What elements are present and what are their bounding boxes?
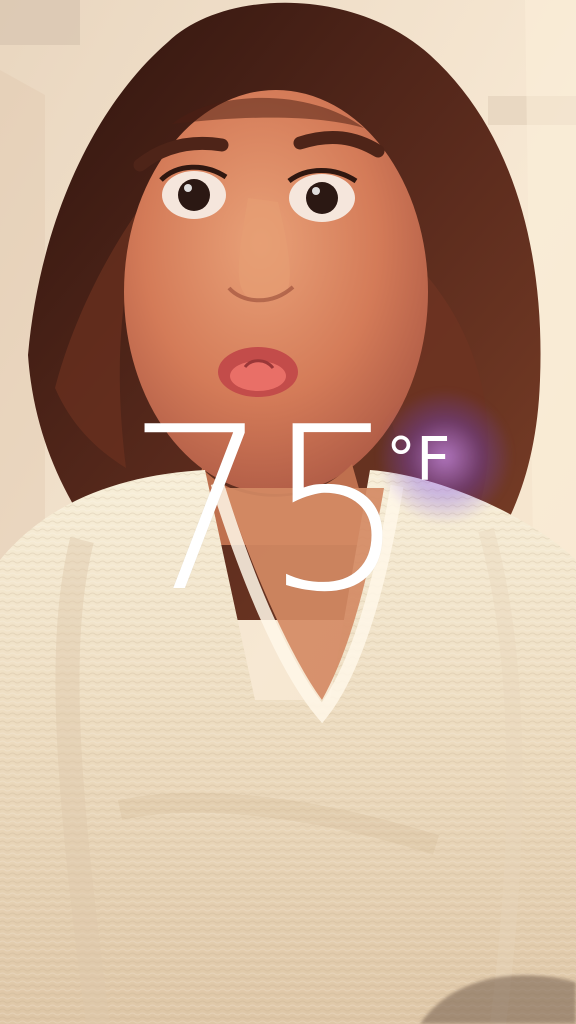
snap-screen: 75 °F [0,0,576,1024]
selfie-photo [0,0,576,1024]
